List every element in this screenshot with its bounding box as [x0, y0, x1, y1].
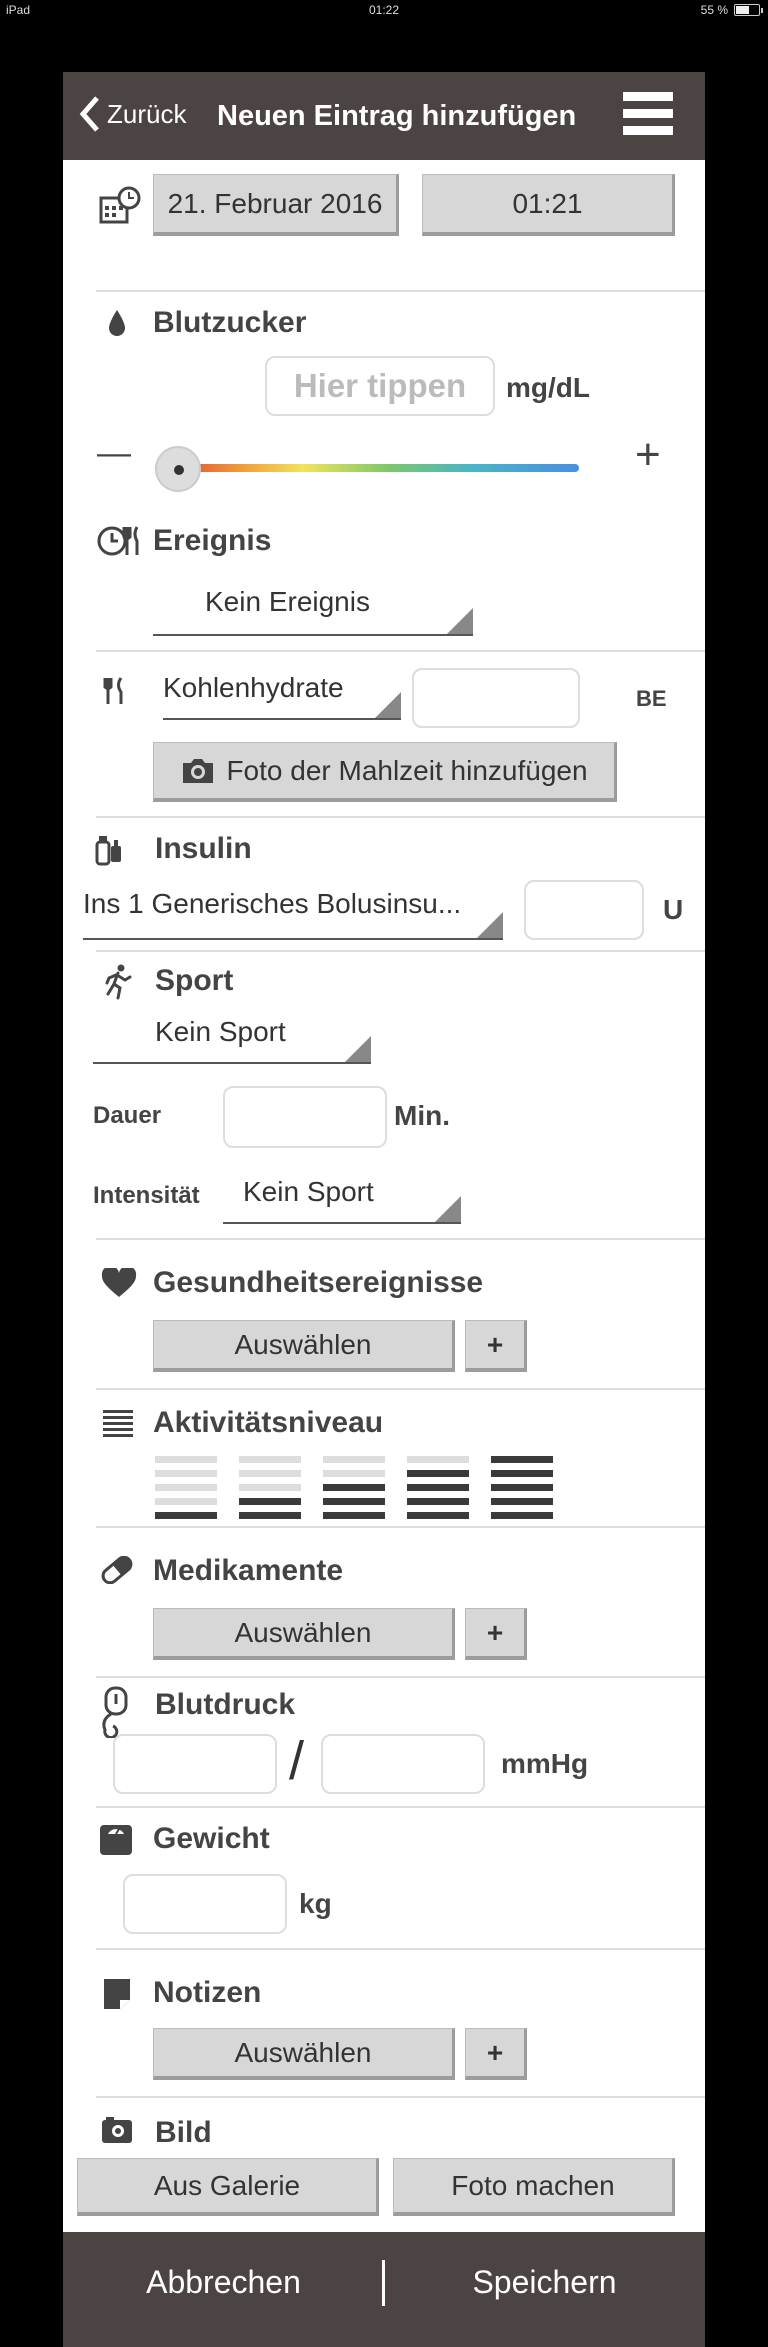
back-button[interactable]: Zurück	[79, 94, 186, 134]
page-title: Neuen Eintrag hinzufügen	[217, 100, 577, 132]
decrease-button[interactable]: —	[97, 434, 131, 473]
weight-unit: kg	[299, 1888, 332, 1919]
sport-heading: Sport	[155, 964, 234, 997]
blood-sugar-unit: mg/dL	[506, 372, 590, 403]
event-heading: Ereignis	[153, 524, 272, 557]
footer-bar: Abbrechen Speichern	[63, 2232, 705, 2347]
pill-icon	[101, 1556, 133, 1584]
image-heading: Bild	[155, 2116, 212, 2149]
weight-heading: Gewicht	[153, 1822, 270, 1855]
scale-icon	[100, 1825, 132, 1855]
insulin-dropdown[interactable]: Ins 1 Generisches Bolusinsu...	[83, 888, 503, 940]
medication-heading: Medikamente	[153, 1554, 344, 1587]
image-camera-icon	[102, 2117, 132, 2143]
duration-label: Dauer	[93, 1102, 162, 1129]
blood-sugar-input[interactable]: Hier tippen	[265, 356, 495, 416]
notes-heading: Notizen	[153, 1976, 262, 2009]
runner-icon	[105, 964, 132, 1000]
carbs-dropdown[interactable]: Kohlenhydrate	[163, 672, 401, 720]
dropdown-arrow-icon	[375, 692, 401, 718]
status-bar: iPad 01:22 55 %	[0, 0, 768, 20]
dropdown-arrow-icon	[435, 1196, 461, 1222]
health-select-button[interactable]: Auswählen	[153, 1320, 455, 1372]
clock: 01:22	[368, 3, 400, 17]
blood-pressure-icon	[102, 1686, 128, 1738]
health-add-button[interactable]: +	[465, 1320, 527, 1372]
insulin-heading: Insulin	[155, 832, 252, 865]
take-photo-button[interactable]: Foto machen	[393, 2158, 675, 2216]
activity-level-1[interactable]	[155, 1456, 217, 1519]
diastolic-input[interactable]	[321, 1734, 485, 1794]
medication-select-button[interactable]: Auswählen	[153, 1608, 455, 1660]
drop-icon	[109, 310, 125, 336]
weight-input[interactable]	[123, 1874, 287, 1934]
add-meal-photo-label: Foto der Mahlzeit hinzufügen	[226, 754, 588, 786]
event-selected: Kein Ereignis	[205, 586, 370, 617]
blood-sugar-heading: Blutzucker	[153, 306, 307, 339]
insulin-selected: Ins 1 Generisches Bolusinsu...	[83, 888, 462, 919]
blood-sugar-slider[interactable]	[155, 464, 579, 472]
sport-selected: Kein Sport	[155, 1016, 286, 1047]
heart-icon	[101, 1268, 137, 1297]
carbs-input[interactable]	[412, 668, 580, 728]
note-icon	[104, 1979, 130, 2009]
notes-add-button[interactable]: +	[465, 2028, 527, 2080]
dropdown-arrow-icon	[345, 1036, 371, 1062]
battery-percent: 55 %	[700, 3, 728, 17]
entry-panel: Zurück Neuen Eintrag hinzufügen 21. Febr…	[63, 72, 705, 2232]
back-label: Zurück	[107, 98, 187, 129]
calendar-clock-icon	[99, 186, 141, 224]
health-events-heading: Gesundheitsereignisse	[153, 1266, 484, 1299]
carbs-unit: BE	[636, 686, 667, 711]
clock-cutlery-icon	[97, 526, 139, 556]
systolic-input[interactable]	[113, 1734, 277, 1794]
activity-level-3[interactable]	[323, 1456, 385, 1519]
dropdown-arrow-icon	[447, 608, 473, 634]
activity-heading: Aktivitätsniveau	[153, 1406, 384, 1439]
camera-icon	[183, 758, 214, 783]
blood-pressure-unit: mmHg	[501, 1748, 589, 1779]
slider-handle[interactable]	[155, 446, 201, 492]
increase-button[interactable]: +	[635, 430, 661, 480]
blood-pressure-heading: Blutdruck	[155, 1688, 296, 1721]
dropdown-arrow-icon	[477, 912, 503, 938]
insulin-input[interactable]	[524, 880, 644, 940]
cancel-button[interactable]: Abbrechen	[63, 2264, 384, 2301]
activity-level-icon	[103, 1410, 133, 1437]
activity-level-4[interactable]	[407, 1456, 469, 1519]
activity-level-5[interactable]	[491, 1456, 553, 1519]
medication-add-button[interactable]: +	[465, 1608, 527, 1660]
sport-dropdown[interactable]: Kein Sport	[93, 1016, 371, 1064]
intensity-dropdown[interactable]: Kein Sport	[223, 1176, 461, 1224]
time-button[interactable]: 01:21	[422, 174, 675, 236]
carbs-selected: Kohlenhydrate	[163, 672, 344, 703]
insulin-unit: U	[663, 894, 684, 925]
add-meal-photo-button[interactable]: Foto der Mahlzeit hinzufügen	[153, 742, 617, 802]
gallery-button[interactable]: Aus Galerie	[77, 2158, 379, 2216]
cutlery-icon	[103, 677, 123, 704]
pressure-separator: /	[289, 1731, 305, 1791]
intensity-selected: Kein Sport	[243, 1176, 374, 1207]
date-button[interactable]: 21. Februar 2016	[153, 174, 399, 236]
notes-select-button[interactable]: Auswählen	[153, 2028, 455, 2080]
duration-unit: Min.	[394, 1100, 450, 1131]
event-dropdown[interactable]: Kein Ereignis	[153, 586, 473, 636]
battery-icon	[734, 4, 763, 16]
menu-icon[interactable]	[623, 92, 673, 136]
chevron-left-icon	[79, 96, 99, 132]
activity-level-2[interactable]	[239, 1456, 301, 1519]
insulin-vial-icon	[95, 836, 121, 866]
duration-input[interactable]	[223, 1086, 387, 1148]
intensity-label: Intensität	[93, 1182, 200, 1209]
nav-bar: Zurück Neuen Eintrag hinzufügen	[63, 72, 705, 160]
save-button[interactable]: Speichern	[384, 2264, 705, 2301]
